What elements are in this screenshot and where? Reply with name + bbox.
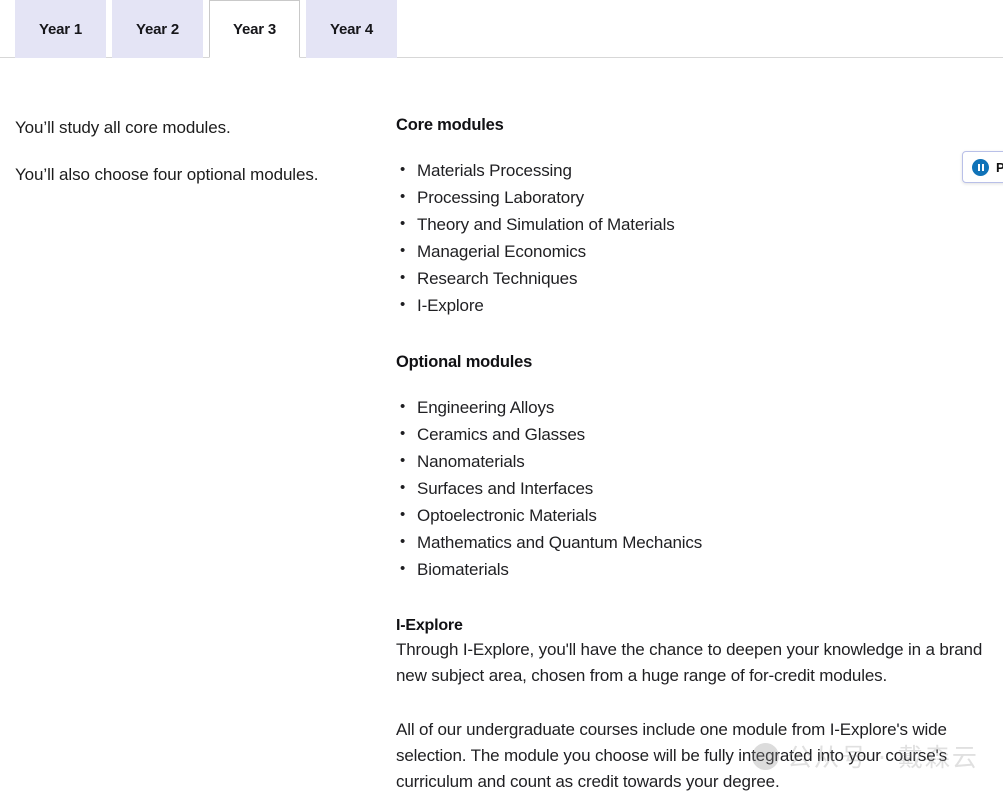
tab-year-4[interactable]: Year 4 (306, 0, 398, 58)
optional-modules-list: Engineering Alloys Ceramics and Glasses … (396, 393, 995, 583)
iexplore-paragraph-1: Through I-Explore, you'll have the chanc… (396, 640, 983, 685)
summary-paragraph-1: You’ll study all core modules. (15, 118, 231, 137)
list-item: Materials Processing (396, 156, 995, 184)
pause-button[interactable]: P (962, 151, 1003, 183)
core-modules-heading: Core modules (396, 116, 504, 134)
tab-year-1[interactable]: Year 1 (15, 0, 107, 58)
tab-year-3[interactable]: Year 3 (209, 0, 301, 58)
iexplore-heading: I-Explore (396, 617, 463, 634)
tab-panel-year-3: You’ll study all core modules. You’ll al… (0, 58, 1003, 795)
pause-button-label: P (996, 160, 1003, 175)
list-item: Optoelectronic Materials (396, 501, 995, 529)
pause-icon (972, 158, 989, 176)
list-item: I-Explore (396, 291, 995, 319)
tab-year-2[interactable]: Year 2 (112, 0, 204, 58)
list-item: Engineering Alloys (396, 393, 995, 421)
list-item: Processing Laboratory (396, 183, 995, 211)
list-item: Research Techniques (396, 264, 995, 292)
tab-year-3-label: Year 3 (233, 20, 277, 38)
year-tab-bar: Year 1 Year 2 Year 3 Year 4 (0, 0, 1003, 58)
list-item: Surfaces and Interfaces (396, 474, 995, 502)
list-item: Managerial Economics (396, 237, 995, 265)
optional-modules-heading: Optional modules (396, 353, 533, 371)
summary-paragraph-2: You’ll also choose four optional modules… (15, 164, 319, 184)
list-item: Ceramics and Glasses (396, 420, 995, 448)
tab-year-4-label: Year 4 (330, 20, 374, 38)
list-item: Theory and Simulation of Materials (396, 210, 995, 238)
summary-column: You’ll study all core modules. You’ll al… (0, 116, 396, 209)
list-item: Nanomaterials (396, 447, 995, 475)
iexplore-paragraph-2: All of our undergraduate courses include… (396, 720, 947, 791)
tab-year-1-label: Year 1 (39, 20, 83, 38)
tab-list: Year 1 Year 2 Year 3 Year 4 (15, 0, 403, 58)
list-item: Mathematics and Quantum Mechanics (396, 528, 995, 556)
list-item: Biomaterials (396, 555, 995, 583)
tab-year-2-label: Year 2 (136, 20, 180, 38)
modules-column: Core modules Materials Processing Proces… (396, 116, 1003, 795)
core-modules-list: Materials Processing Processing Laborato… (396, 156, 995, 319)
